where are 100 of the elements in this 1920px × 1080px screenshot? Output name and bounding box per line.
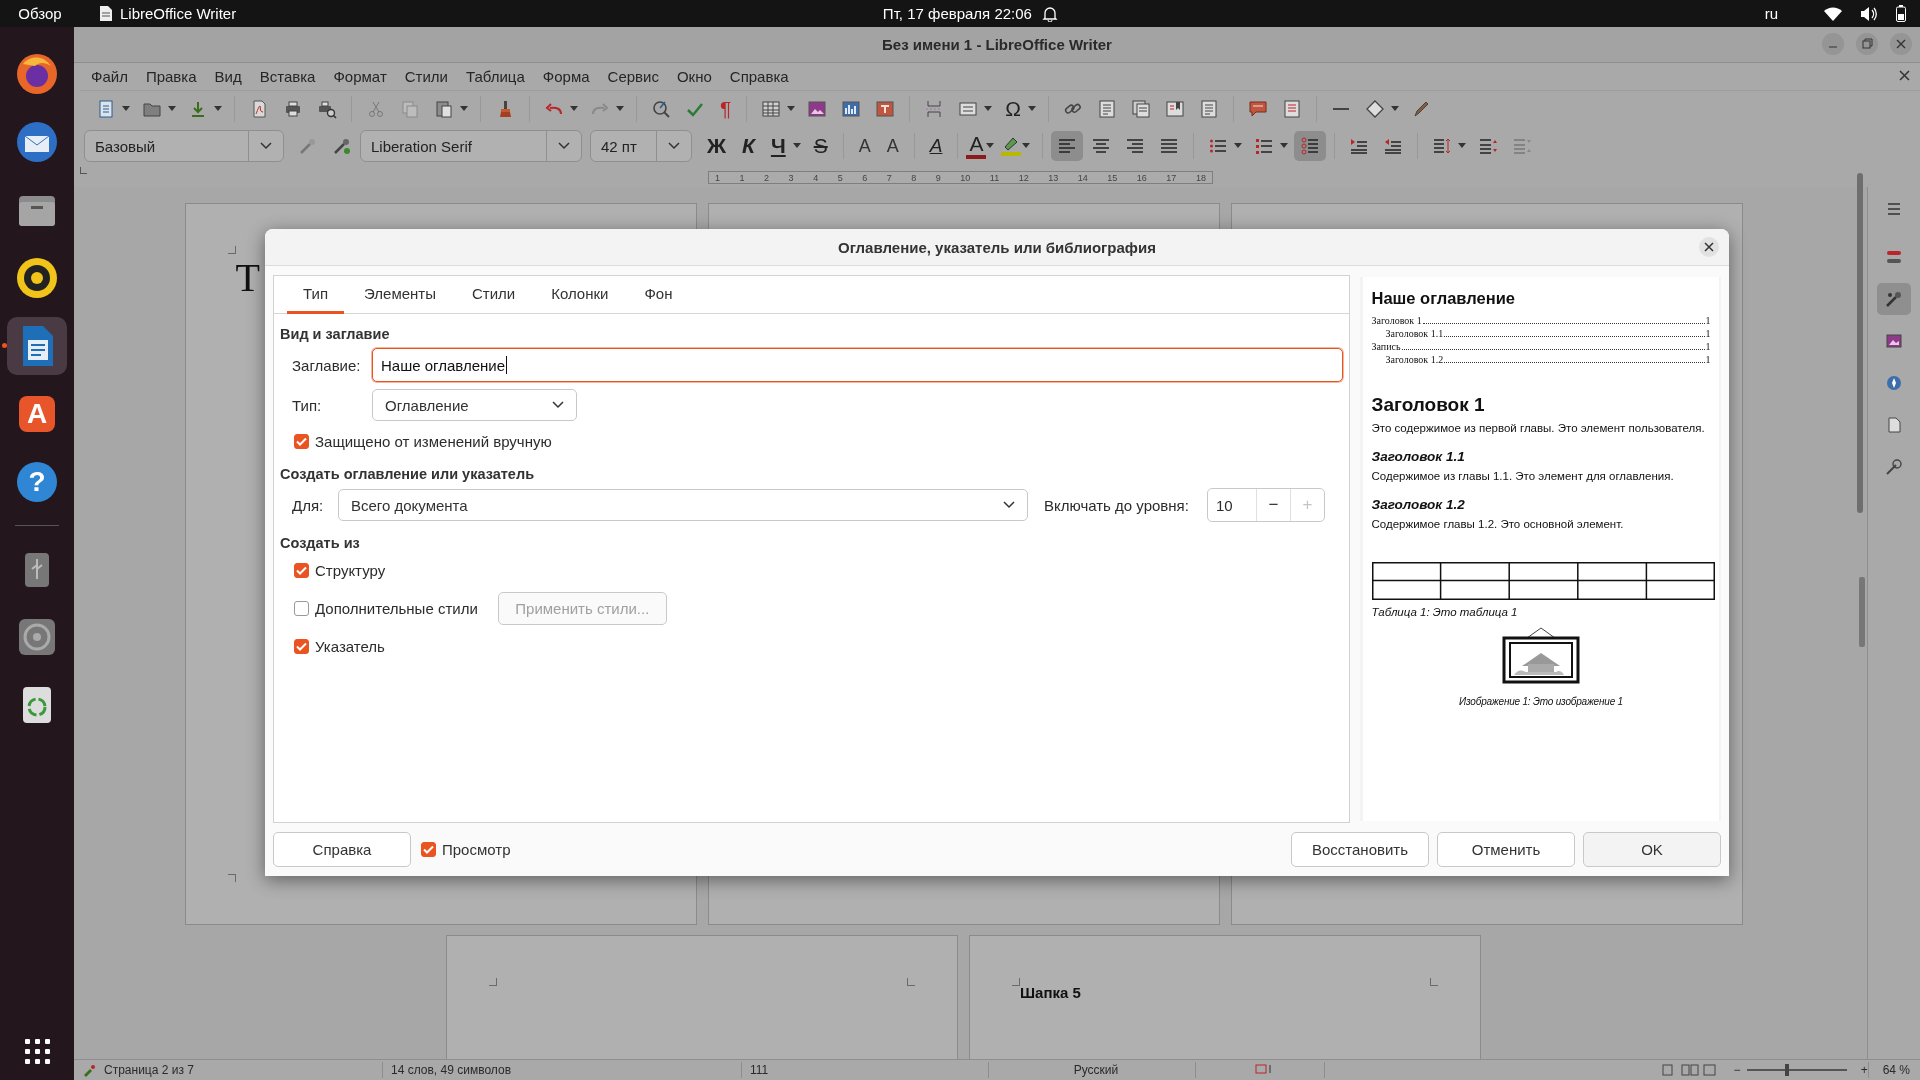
- gallery-icon[interactable]: [1884, 331, 1904, 351]
- close-button[interactable]: [1699, 237, 1719, 257]
- checkbox-label[interactable]: Указатель: [315, 637, 385, 655]
- menu-item[interactable]: Окно: [667, 68, 721, 85]
- inspector-icon[interactable]: [1884, 457, 1904, 477]
- tab-stop-marker[interactable]: [80, 167, 87, 174]
- checkbox[interactable]: [294, 433, 309, 449]
- outdent-icon[interactable]: [1383, 136, 1404, 156]
- diamond-icon[interactable]: [1365, 99, 1385, 119]
- font-name-box[interactable]: Liberation Serif: [360, 130, 582, 162]
- highlighter-icon[interactable]: [1000, 135, 1023, 157]
- insert-mode-icon[interactable]: [1255, 1064, 1273, 1074]
- menu-item[interactable]: Файл: [82, 68, 137, 85]
- tab[interactable]: Стили: [456, 276, 532, 314]
- align-center-icon[interactable]: [1091, 136, 1112, 156]
- outline-list-icon[interactable]: [1300, 136, 1321, 156]
- close-icon[interactable]: [1899, 70, 1910, 81]
- tab[interactable]: Элементы: [348, 276, 452, 314]
- checkbox-label[interactable]: Дополнительные стили: [315, 599, 478, 617]
- page-lines-icon[interactable]: [1097, 99, 1117, 119]
- checkbox-label[interactable]: Структуру: [315, 561, 386, 579]
- compass-icon[interactable]: [1884, 373, 1904, 393]
- checkbox[interactable]: [421, 842, 436, 857]
- caret-icon[interactable]: [984, 106, 993, 112]
- menu-item[interactable]: Таблица: [457, 68, 534, 85]
- checkbox-label[interactable]: Защищено от изменений вручную: [315, 432, 552, 450]
- chevron-down-icon[interactable]: [1003, 501, 1015, 509]
- clear-formatting-button[interactable]: A: [922, 131, 950, 161]
- menu-item[interactable]: Формат: [324, 68, 396, 85]
- reset-button[interactable]: Восстановить: [1291, 832, 1429, 867]
- caret-icon[interactable]: [1280, 143, 1289, 149]
- italic-button[interactable]: К: [735, 131, 762, 161]
- tab[interactable]: Фон: [628, 276, 689, 314]
- menu-item[interactable]: Форма: [533, 68, 599, 85]
- pages-icon[interactable]: [1131, 99, 1151, 119]
- chevron-down-icon[interactable]: [260, 142, 272, 150]
- superscript-button[interactable]: A: [851, 131, 878, 161]
- line-spacing-icon[interactable]: [1432, 136, 1453, 156]
- style-update-icon[interactable]: [332, 136, 352, 156]
- subscript-button[interactable]: A: [879, 131, 906, 161]
- chevron-down-icon[interactable]: [668, 142, 680, 150]
- chart-icon[interactable]: [841, 99, 862, 119]
- clock[interactable]: Пт, 17 февраля 22:06: [882, 5, 1032, 22]
- caret-icon[interactable]: [168, 106, 176, 112]
- checkbox[interactable]: [294, 638, 309, 654]
- text-box-icon[interactable]: [875, 99, 896, 119]
- align-left-button[interactable]: [1051, 131, 1084, 161]
- align-right-icon[interactable]: [1125, 136, 1146, 156]
- type-dropdown[interactable]: Оглавление: [372, 389, 577, 421]
- menu-item[interactable]: Сервис: [598, 68, 668, 85]
- bell-icon[interactable]: [1041, 5, 1058, 22]
- app-name[interactable]: LibreOffice Writer: [120, 5, 237, 22]
- scrollbar-thumb[interactable]: [1857, 173, 1863, 513]
- battery-icon[interactable]: [1896, 5, 1906, 22]
- restore-icon[interactable]: [1856, 33, 1878, 55]
- search-icon[interactable]: [651, 99, 671, 119]
- volume-icon[interactable]: [1860, 5, 1878, 22]
- comment-icon[interactable]: [1248, 99, 1268, 119]
- activities-button[interactable]: Обзор: [0, 5, 80, 22]
- cancel-button[interactable]: Отменить: [1437, 832, 1575, 867]
- sidebar-handle[interactable]: [1859, 577, 1865, 647]
- outline-format-button[interactable]: [1294, 131, 1327, 161]
- caret-icon[interactable]: [986, 143, 995, 149]
- checkbox[interactable]: [294, 600, 309, 616]
- close-icon[interactable]: [1704, 242, 1714, 252]
- underline-button[interactable]: Ч: [763, 131, 793, 161]
- zoom-thumb[interactable]: [1784, 1064, 1789, 1076]
- caret-icon[interactable]: [460, 106, 468, 112]
- menu-item[interactable]: Стили: [395, 68, 457, 85]
- caret-icon[interactable]: [1391, 106, 1399, 112]
- pencil-icon[interactable]: [1411, 99, 1431, 119]
- justify-icon[interactable]: [1159, 136, 1180, 156]
- bookmark-icon[interactable]: [1165, 99, 1185, 119]
- caret-icon[interactable]: [1458, 143, 1467, 149]
- caret-icon[interactable]: [787, 106, 796, 112]
- image-icon[interactable]: [807, 99, 828, 119]
- caret-icon[interactable]: [122, 106, 130, 112]
- tab[interactable]: Колонки: [535, 276, 625, 314]
- checkbox[interactable]: [294, 562, 309, 578]
- caret-icon[interactable]: [616, 106, 624, 112]
- checkbox-label[interactable]: Просмотр: [442, 841, 511, 858]
- paragraph-spacing-icon[interactable]: [1478, 136, 1499, 156]
- chevron-down-icon[interactable]: [558, 142, 570, 150]
- ruler[interactable]: 1 1 2 3 4 5 6 7 8 9 10 11 12 13 14 15 16 17 18: [708, 171, 1213, 184]
- page-lines-icon[interactable]: [1199, 99, 1219, 119]
- print-preview-icon[interactable]: [317, 99, 337, 119]
- style-brush-icon[interactable]: [1884, 289, 1904, 309]
- help-button[interactable]: Справка: [273, 832, 411, 867]
- caret-icon[interactable]: [1028, 106, 1036, 112]
- align-left-icon[interactable]: [1057, 136, 1078, 156]
- numbered-list-icon[interactable]: [1254, 136, 1275, 156]
- scope-dropdown[interactable]: Всего документа: [338, 489, 1028, 521]
- track-changes-icon[interactable]: [1282, 99, 1302, 119]
- caret-icon[interactable]: [792, 143, 801, 149]
- keyboard-layout[interactable]: ru: [1764, 5, 1778, 22]
- chevron-down-icon[interactable]: [552, 401, 564, 409]
- page-view-icons[interactable]: [1661, 1064, 1716, 1076]
- zoom-in-button[interactable]: +: [1852, 1063, 1868, 1077]
- clipboard-icon[interactable]: [434, 99, 454, 119]
- app-grid-icon[interactable]: [24, 1039, 50, 1064]
